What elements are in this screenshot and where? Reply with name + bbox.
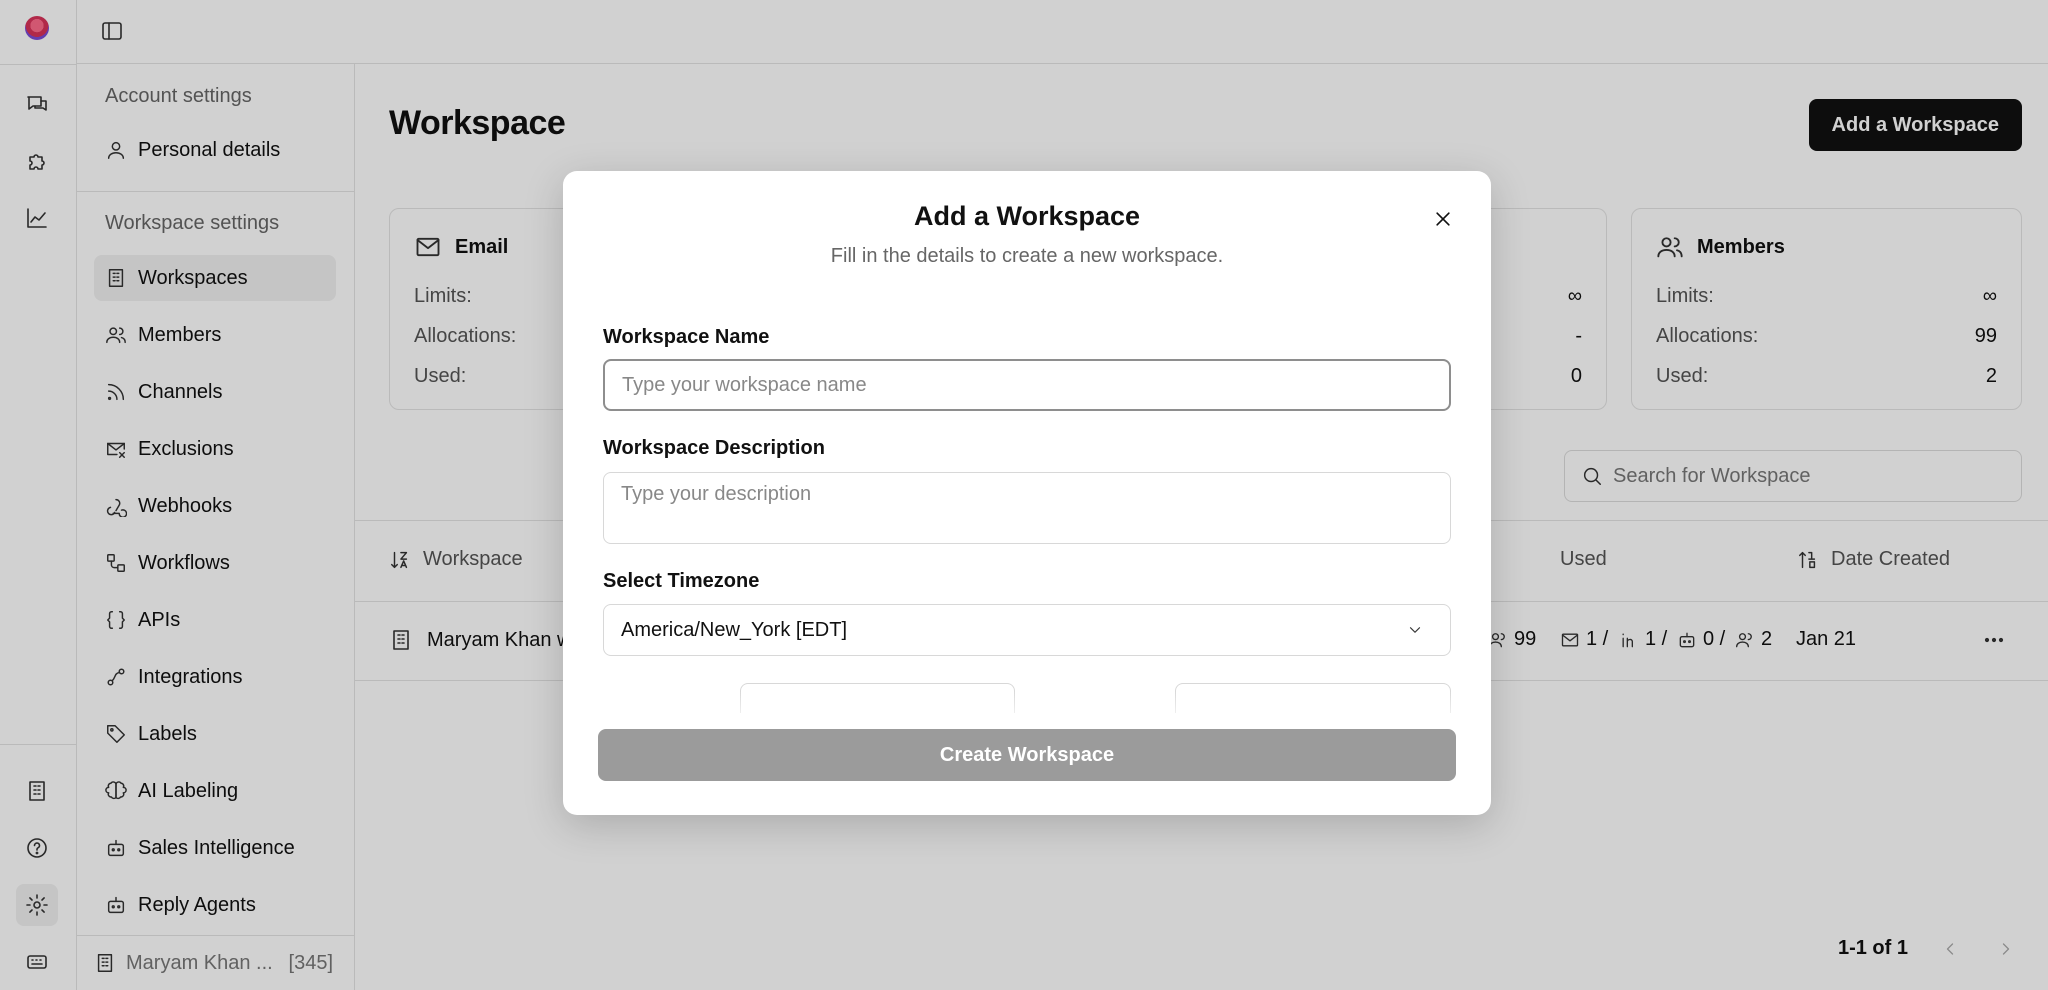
scroll-fade bbox=[563, 691, 1491, 729]
create-workspace-button[interactable]: Create Workspace bbox=[598, 729, 1456, 781]
workspace-name-input[interactable]: Type your workspace name bbox=[603, 359, 1451, 411]
dialog-subtitle: Fill in the details to create a new work… bbox=[830, 245, 1224, 267]
workspace-name-placeholder: Type your workspace name bbox=[622, 373, 867, 396]
workspace-name-label: Workspace Name bbox=[603, 326, 770, 348]
timezone-select[interactable]: America/New_York [EDT] bbox=[603, 604, 1451, 656]
timezone-label: Select Timezone bbox=[603, 570, 760, 592]
add-workspace-dialog: Add a Workspace Fill in the details to c… bbox=[563, 171, 1491, 815]
workspace-description-input[interactable]: Type your description bbox=[603, 472, 1451, 544]
timezone-value: America/New_York [EDT] bbox=[621, 618, 847, 641]
chevron-down-icon bbox=[1406, 621, 1424, 639]
dialog-title: Add a Workspace bbox=[913, 201, 1141, 231]
workspace-description-placeholder: Type your description bbox=[621, 483, 812, 505]
workspace-description-label: Workspace Description bbox=[603, 437, 825, 459]
